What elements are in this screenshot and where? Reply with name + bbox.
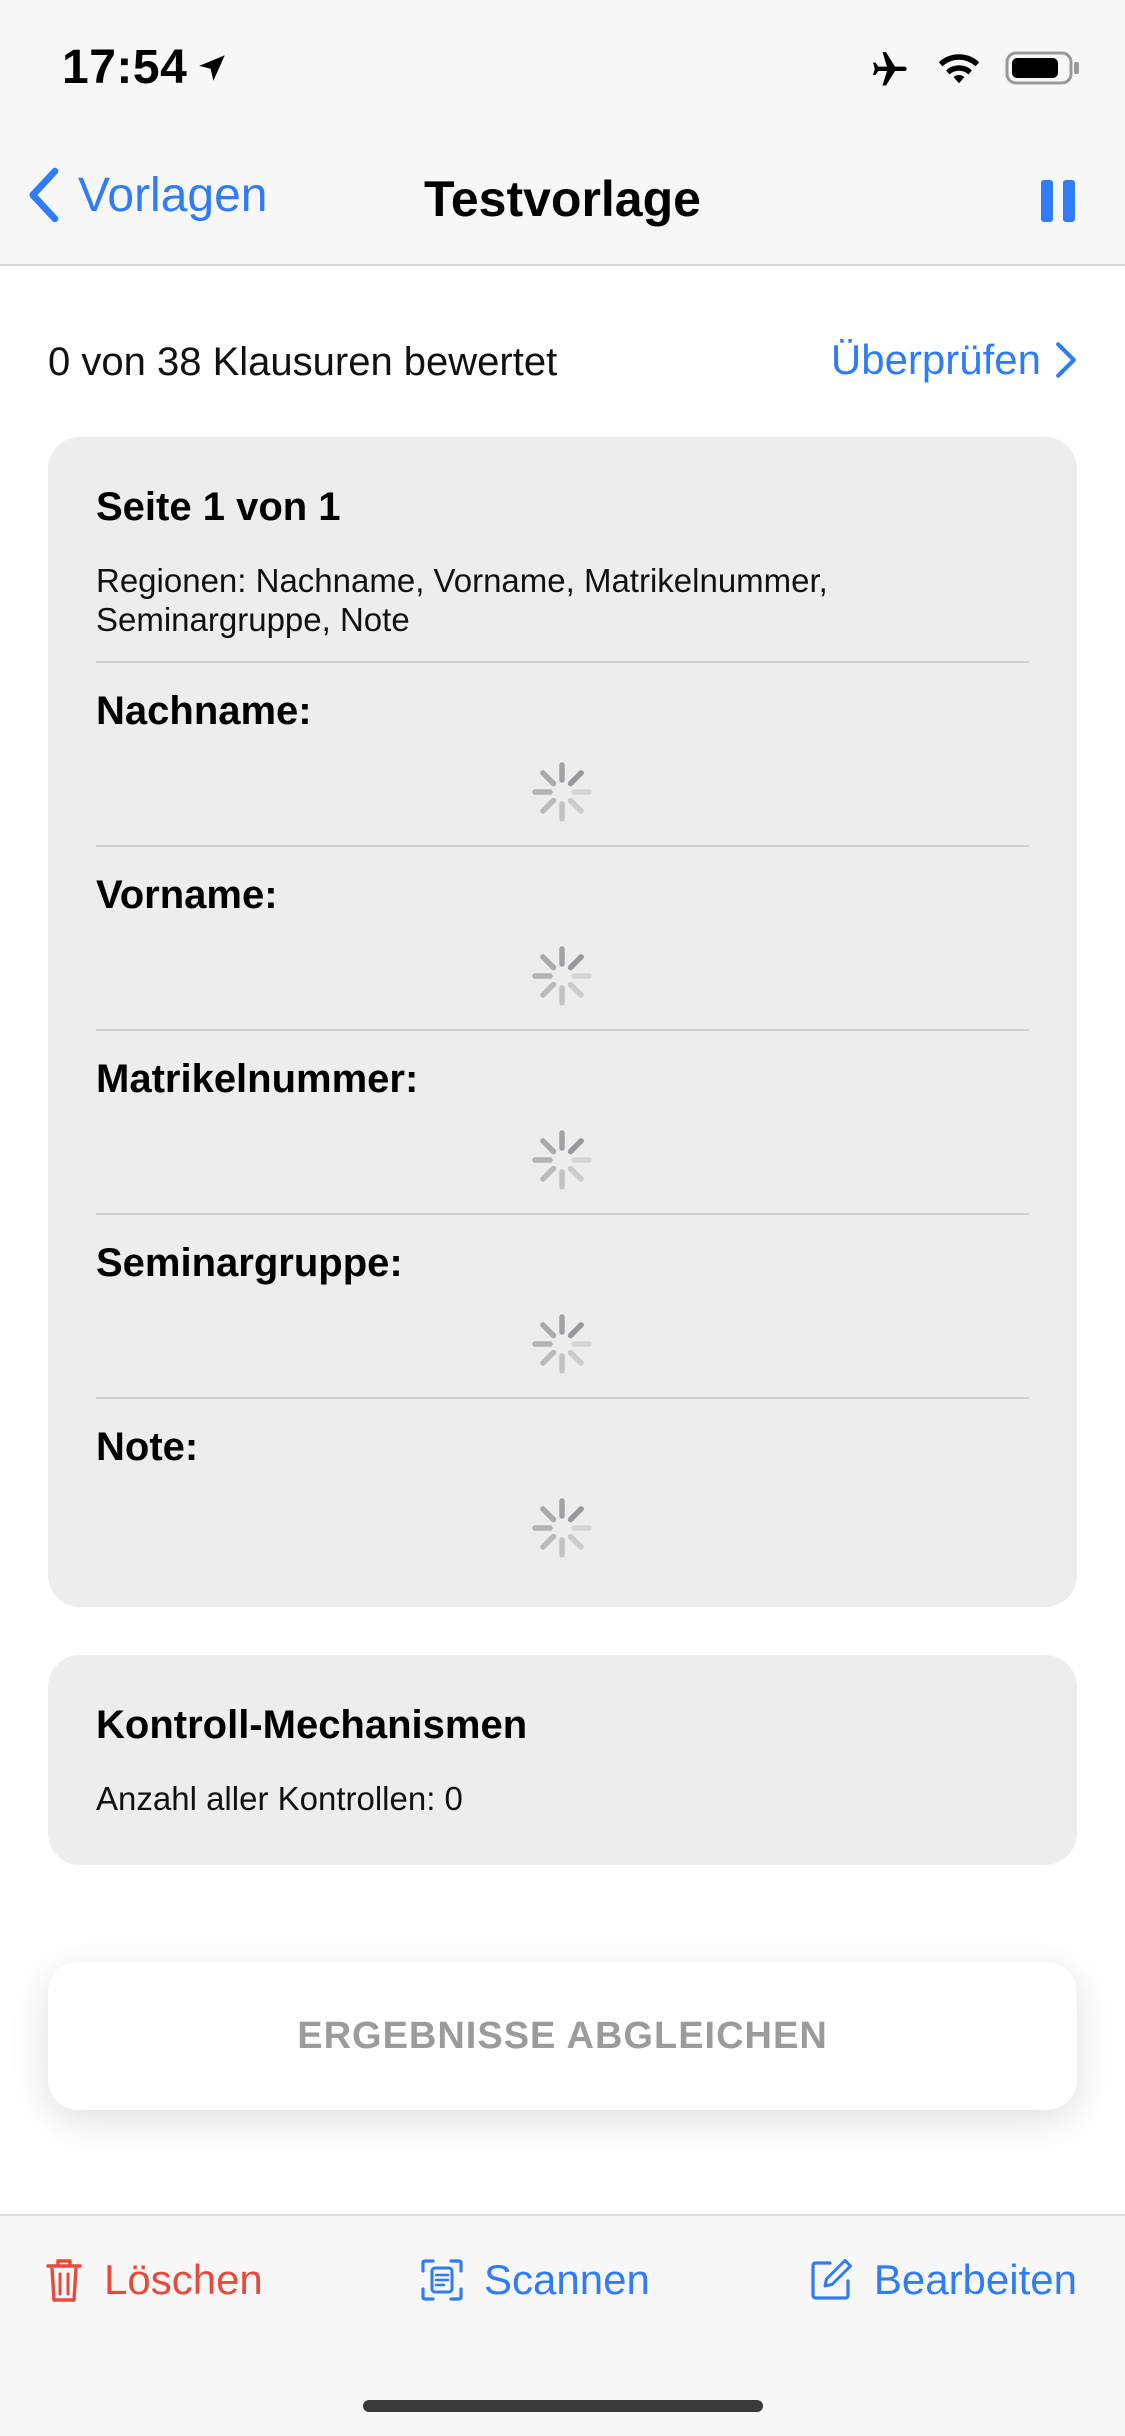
- region-row: Vorname:: [96, 845, 1029, 1029]
- page-title: Testvorlage: [424, 171, 701, 227]
- region-row: Note:: [96, 1397, 1029, 1581]
- scan-icon: [421, 2259, 463, 2301]
- region-label: Vorname:: [96, 873, 278, 917]
- spinner-spoke: [540, 1322, 557, 1339]
- battery-icon: [1005, 51, 1079, 85]
- chevron-right-icon: [1056, 342, 1076, 378]
- spinner-spoke: [540, 797, 557, 814]
- region-label: Seminargruppe:: [96, 1241, 403, 1285]
- loading-spinner-icon: [532, 762, 592, 822]
- region-row: Seminargruppe:: [96, 1213, 1029, 1397]
- review-link[interactable]: Überprüfen: [831, 336, 1077, 384]
- edit-button[interactable]: Bearbeiten: [808, 2256, 1077, 2304]
- location-arrow-icon: [199, 54, 226, 81]
- grading-progress-text: 0 von 38 Klausuren bewertet: [48, 340, 558, 384]
- spinner-spoke: [567, 1349, 584, 1366]
- pause-icon: [1041, 180, 1075, 222]
- spinner-spoke: [540, 770, 557, 787]
- spinner-spoke: [567, 1533, 584, 1550]
- status-icons: [867, 48, 1081, 88]
- page-card: Seite 1 von 1 Regionen: Nachname, Vornam…: [48, 437, 1077, 1607]
- scan-button[interactable]: Scannen: [420, 2256, 650, 2304]
- control-card-title: Kontroll-Mechanismen: [96, 1703, 528, 1747]
- loading-spinner-icon: [532, 1130, 592, 1190]
- status-bar: 17:54: [0, 0, 1125, 140]
- spinner-spoke: [540, 1506, 557, 1523]
- trash-icon: [46, 2259, 82, 2302]
- time-text: 17:54: [62, 41, 188, 94]
- scan-label: Scannen: [484, 2256, 650, 2303]
- delete-label: Löschen: [104, 2256, 263, 2303]
- wifi-icon: [938, 54, 980, 84]
- spinner-spoke: [540, 1165, 557, 1182]
- spinner-spoke: [567, 954, 584, 971]
- loading-spinner-icon: [532, 1498, 592, 1558]
- spinner-spoke: [540, 954, 557, 971]
- spinner-spoke: [540, 1533, 557, 1550]
- region-row: Matrikelnummer:: [96, 1029, 1029, 1213]
- loading-spinner-icon: [532, 946, 592, 1006]
- spinner-spoke: [567, 1138, 584, 1155]
- delete-button[interactable]: Löschen: [44, 2256, 263, 2304]
- spinner-spoke: [567, 797, 584, 814]
- spinner-spoke: [567, 1165, 584, 1182]
- compare-results-button[interactable]: ERGEBNISSE ABGLEICHEN: [48, 1962, 1077, 2110]
- control-mechanisms-card: Kontroll-Mechanismen Anzahl aller Kontro…: [48, 1655, 1077, 1865]
- region-label: Note:: [96, 1425, 199, 1469]
- spinner-spoke: [567, 1506, 584, 1523]
- loading-spinner-icon: [532, 1314, 592, 1374]
- pause-button[interactable]: [1039, 178, 1077, 229]
- spinner-spoke: [540, 1349, 557, 1366]
- home-indicator: [363, 2400, 763, 2412]
- control-count-text: Anzahl aller Kontrollen: 0: [96, 1780, 463, 1817]
- review-link-label: Überprüfen: [830, 336, 1041, 383]
- spinner-spoke: [540, 981, 557, 998]
- bottom-toolbar: Löschen Scannen Bearbeiten: [0, 2214, 1125, 2436]
- navigation-bar: Vorlagen Testvorlage: [0, 140, 1125, 266]
- region-label: Nachname:: [96, 689, 312, 733]
- region-row: Nachname:: [96, 661, 1029, 845]
- spinner-spoke: [567, 770, 584, 787]
- edit-label: Bearbeiten: [873, 2256, 1077, 2303]
- page-card-title: Seite 1 von 1: [96, 485, 341, 529]
- regions-summary: Regionen: Nachname, Vorname, Matrikelnum…: [96, 562, 828, 638]
- airplane-icon: [873, 52, 907, 86]
- spinner-spoke: [567, 1322, 584, 1339]
- region-label: Matrikelnummer:: [96, 1057, 419, 1101]
- edit-icon: [811, 2259, 852, 2300]
- status-time: 17:54: [62, 40, 229, 95]
- spinner-spoke: [540, 1138, 557, 1155]
- spinner-spoke: [567, 981, 584, 998]
